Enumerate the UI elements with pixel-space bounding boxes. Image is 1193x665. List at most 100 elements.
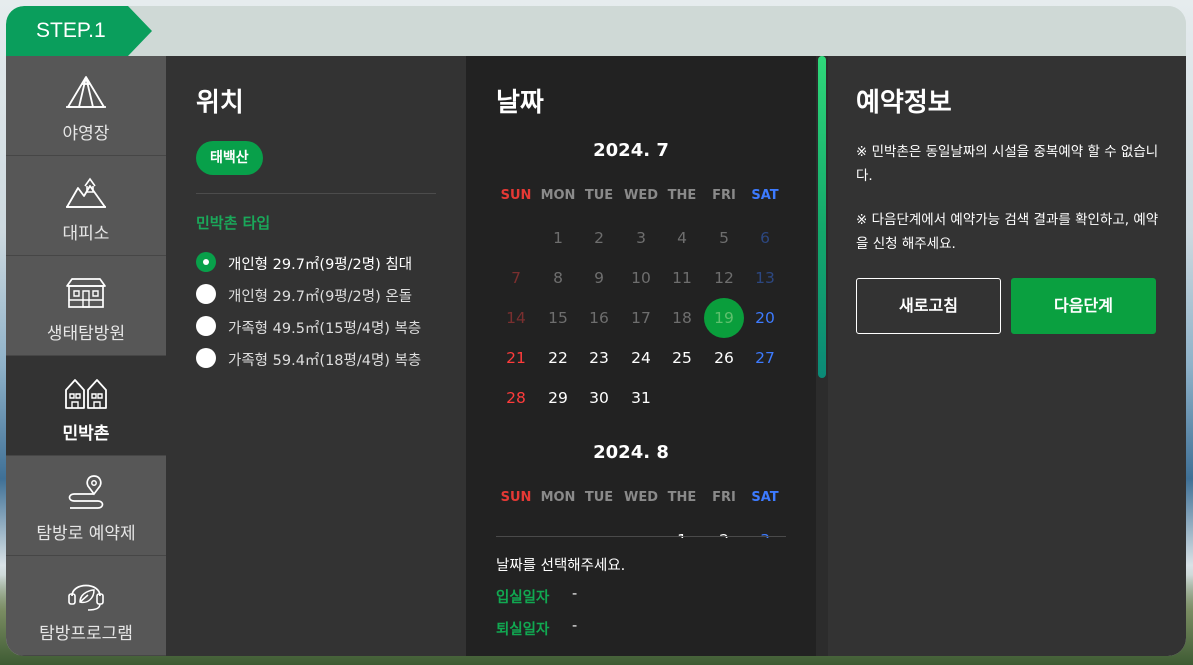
scrollbar-thumb[interactable] bbox=[818, 56, 826, 378]
headset-leaf-icon bbox=[68, 584, 104, 611]
reservation-title: 예약정보 bbox=[856, 88, 952, 118]
calendar-day[interactable]: 9 bbox=[579, 258, 619, 298]
weekday-label: MON bbox=[540, 490, 576, 505]
date-prompt: 날짜를 선택해주세요. bbox=[496, 558, 626, 574]
date-title: 날짜 bbox=[496, 88, 544, 118]
calendar-day[interactable]: 29 bbox=[538, 378, 578, 418]
calendar-day[interactable]: 11 bbox=[662, 258, 702, 298]
weekday-label: SUN bbox=[500, 188, 532, 203]
step-indicator: STEP.1 bbox=[6, 6, 152, 56]
weekday-label: SAT bbox=[751, 188, 779, 203]
divider bbox=[196, 193, 436, 194]
calendar-day[interactable]: 28 bbox=[496, 378, 536, 418]
calendar-day[interactable]: 18 bbox=[662, 298, 702, 338]
weekday-label: THE bbox=[667, 188, 697, 203]
calendar-day[interactable]: 7 bbox=[496, 258, 536, 298]
radio-button[interactable] bbox=[196, 316, 216, 336]
weekday-label: TUE bbox=[584, 490, 614, 505]
calendar-day[interactable]: 24 bbox=[621, 338, 661, 378]
radio-button[interactable] bbox=[196, 348, 216, 368]
room-type-label: 가족형 59.4㎡(18평/4명) 복층 bbox=[228, 353, 422, 369]
calendar-day[interactable]: 22 bbox=[538, 338, 578, 378]
sidebar-item-label: 대피소 bbox=[62, 224, 110, 244]
sidebar-item-trail-program[interactable]: 탐방프로그램 bbox=[6, 556, 166, 656]
weekday-label: FRI bbox=[712, 490, 736, 505]
checkin-value: - bbox=[572, 586, 578, 602]
calendar-day[interactable]: 15 bbox=[538, 298, 578, 338]
calendar-day[interactable]: 6 bbox=[745, 218, 785, 258]
reservation-panel: STEP.1 야영장 대피소 생태탐방원 민박촌 탐방로 예약제 탐방프로그램 … bbox=[6, 6, 1186, 656]
weekday-label: FRI bbox=[712, 188, 736, 203]
calendar-day[interactable]: 5 bbox=[704, 218, 744, 258]
sidebar-item-minbakchon[interactable]: 민박촌 bbox=[6, 356, 166, 456]
weekday-label: MON bbox=[540, 188, 576, 203]
calendar-day[interactable]: 2 bbox=[579, 218, 619, 258]
month-title: 2024. 8 bbox=[593, 442, 669, 463]
reservation-body: 야영장 대피소 생태탐방원 민박촌 탐방로 예약제 탐방프로그램 위치 태백산 … bbox=[6, 56, 1186, 656]
calendar-day[interactable]: 13 bbox=[745, 258, 785, 298]
month-title: 2024. 7 bbox=[593, 140, 669, 161]
houses-icon bbox=[65, 379, 107, 409]
calendar-scroll-area[interactable]: 2024. 7 SUN MON TUE WED THE FRI SAT 1 2 3 4 5 6 7 8 9 10 1… bbox=[466, 126, 816, 538]
next-step-button[interactable]: 다음단계 bbox=[1011, 278, 1156, 334]
location-chip-taebaeksan[interactable]: 태백산 bbox=[196, 141, 263, 175]
calendar-day[interactable]: 31 bbox=[621, 378, 661, 418]
weekday-label: WED bbox=[623, 188, 658, 203]
step-bar: STEP.1 bbox=[6, 6, 1186, 56]
calendar-day[interactable]: 4 bbox=[662, 218, 702, 258]
calendar-day[interactable]: 26 bbox=[704, 338, 744, 378]
location-title: 위치 bbox=[196, 88, 244, 118]
trail-pin-icon bbox=[68, 475, 104, 509]
weekday-label: SAT bbox=[751, 490, 779, 505]
calendar-day[interactable]: 25 bbox=[662, 338, 702, 378]
sidebar-item-eco-center[interactable]: 생태탐방원 bbox=[6, 256, 166, 356]
sidebar-item-label: 탐방프로그램 bbox=[39, 624, 133, 644]
sidebar-item-label: 민박촌 bbox=[62, 424, 110, 444]
calendar-day[interactable]: 1 bbox=[538, 218, 578, 258]
calendar-day-today[interactable]: 19 bbox=[704, 298, 744, 338]
calendar-day[interactable]: 10 bbox=[621, 258, 661, 298]
tent-icon bbox=[66, 76, 106, 108]
sidebar-item-shelter[interactable]: 대피소 bbox=[6, 156, 166, 256]
shelter-icon bbox=[66, 177, 106, 208]
divider bbox=[496, 536, 786, 537]
calendar-day[interactable]: 30 bbox=[579, 378, 619, 418]
refresh-button[interactable]: 새로고침 bbox=[856, 278, 1001, 334]
weekday-label: TUE bbox=[584, 188, 614, 203]
notice-next-step: ※ 다음단계에서 예약가능 검색 결과를 확인하고, 예약을 신청 해주세요. bbox=[856, 212, 1159, 252]
radio-button[interactable] bbox=[196, 252, 216, 272]
calendar-scrollbar[interactable] bbox=[816, 56, 828, 656]
room-type-label: 개인형 29.7㎡(9평/2명) 온돌 bbox=[228, 289, 413, 305]
calendar-day[interactable]: 16 bbox=[579, 298, 619, 338]
sidebar-item-label: 탐방로 예약제 bbox=[36, 524, 136, 544]
sidebar-item-label: 생태탐방원 bbox=[46, 324, 126, 344]
room-type-label: 가족형 49.5㎡(15평/4명) 복층 bbox=[228, 321, 422, 337]
calendar-day[interactable]: 23 bbox=[579, 338, 619, 378]
weekday-label: THE bbox=[667, 490, 697, 505]
checkout-label: 퇴실일자 bbox=[496, 622, 550, 638]
notice-duplicate: ※ 민박촌은 동일날짜의 시설을 중복예약 할 수 없습니다. bbox=[856, 144, 1159, 184]
calendar-day[interactable]: 20 bbox=[745, 298, 785, 338]
sidebar-item-label: 야영장 bbox=[62, 124, 110, 144]
calendar-day[interactable]: 27 bbox=[745, 338, 785, 378]
calendar-day[interactable]: 12 bbox=[704, 258, 744, 298]
date-section: 날짜 2024. 7 SUN MON TUE WED THE FRI SAT 1 2 3 4 5 6 7 8 9… bbox=[466, 56, 828, 656]
checkin-label: 입실일자 bbox=[496, 590, 550, 606]
calendar-day[interactable]: 17 bbox=[621, 298, 661, 338]
facility-sidebar: 야영장 대피소 생태탐방원 민박촌 탐방로 예약제 탐방프로그램 bbox=[6, 56, 166, 656]
room-type-label: 개인형 29.7㎡(9평/2명) 침대 bbox=[228, 257, 413, 273]
reservation-info-section: 예약정보 ※ 민박촌은 동일날짜의 시설을 중복예약 할 수 없습니다. ※ 다… bbox=[828, 56, 1186, 656]
sidebar-item-trail-reservation[interactable]: 탐방로 예약제 bbox=[6, 456, 166, 556]
eco-center-icon bbox=[66, 278, 106, 308]
sidebar-item-campground[interactable]: 야영장 bbox=[6, 56, 166, 156]
checkout-value: - bbox=[572, 618, 578, 634]
radio-button[interactable] bbox=[196, 284, 216, 304]
calendar-day[interactable]: 21 bbox=[496, 338, 536, 378]
weekday-label: WED bbox=[623, 490, 658, 505]
location-section: 위치 태백산 민박촌 타입 개인형 29.7㎡(9평/2명) 침대 개인형 29… bbox=[166, 56, 466, 656]
calendar-day[interactable]: 3 bbox=[621, 218, 661, 258]
calendar-day[interactable]: 14 bbox=[496, 298, 536, 338]
weekday-label: SUN bbox=[500, 490, 532, 505]
calendar-day[interactable]: 8 bbox=[538, 258, 578, 298]
room-type-title: 민박촌 타입 bbox=[196, 214, 271, 232]
